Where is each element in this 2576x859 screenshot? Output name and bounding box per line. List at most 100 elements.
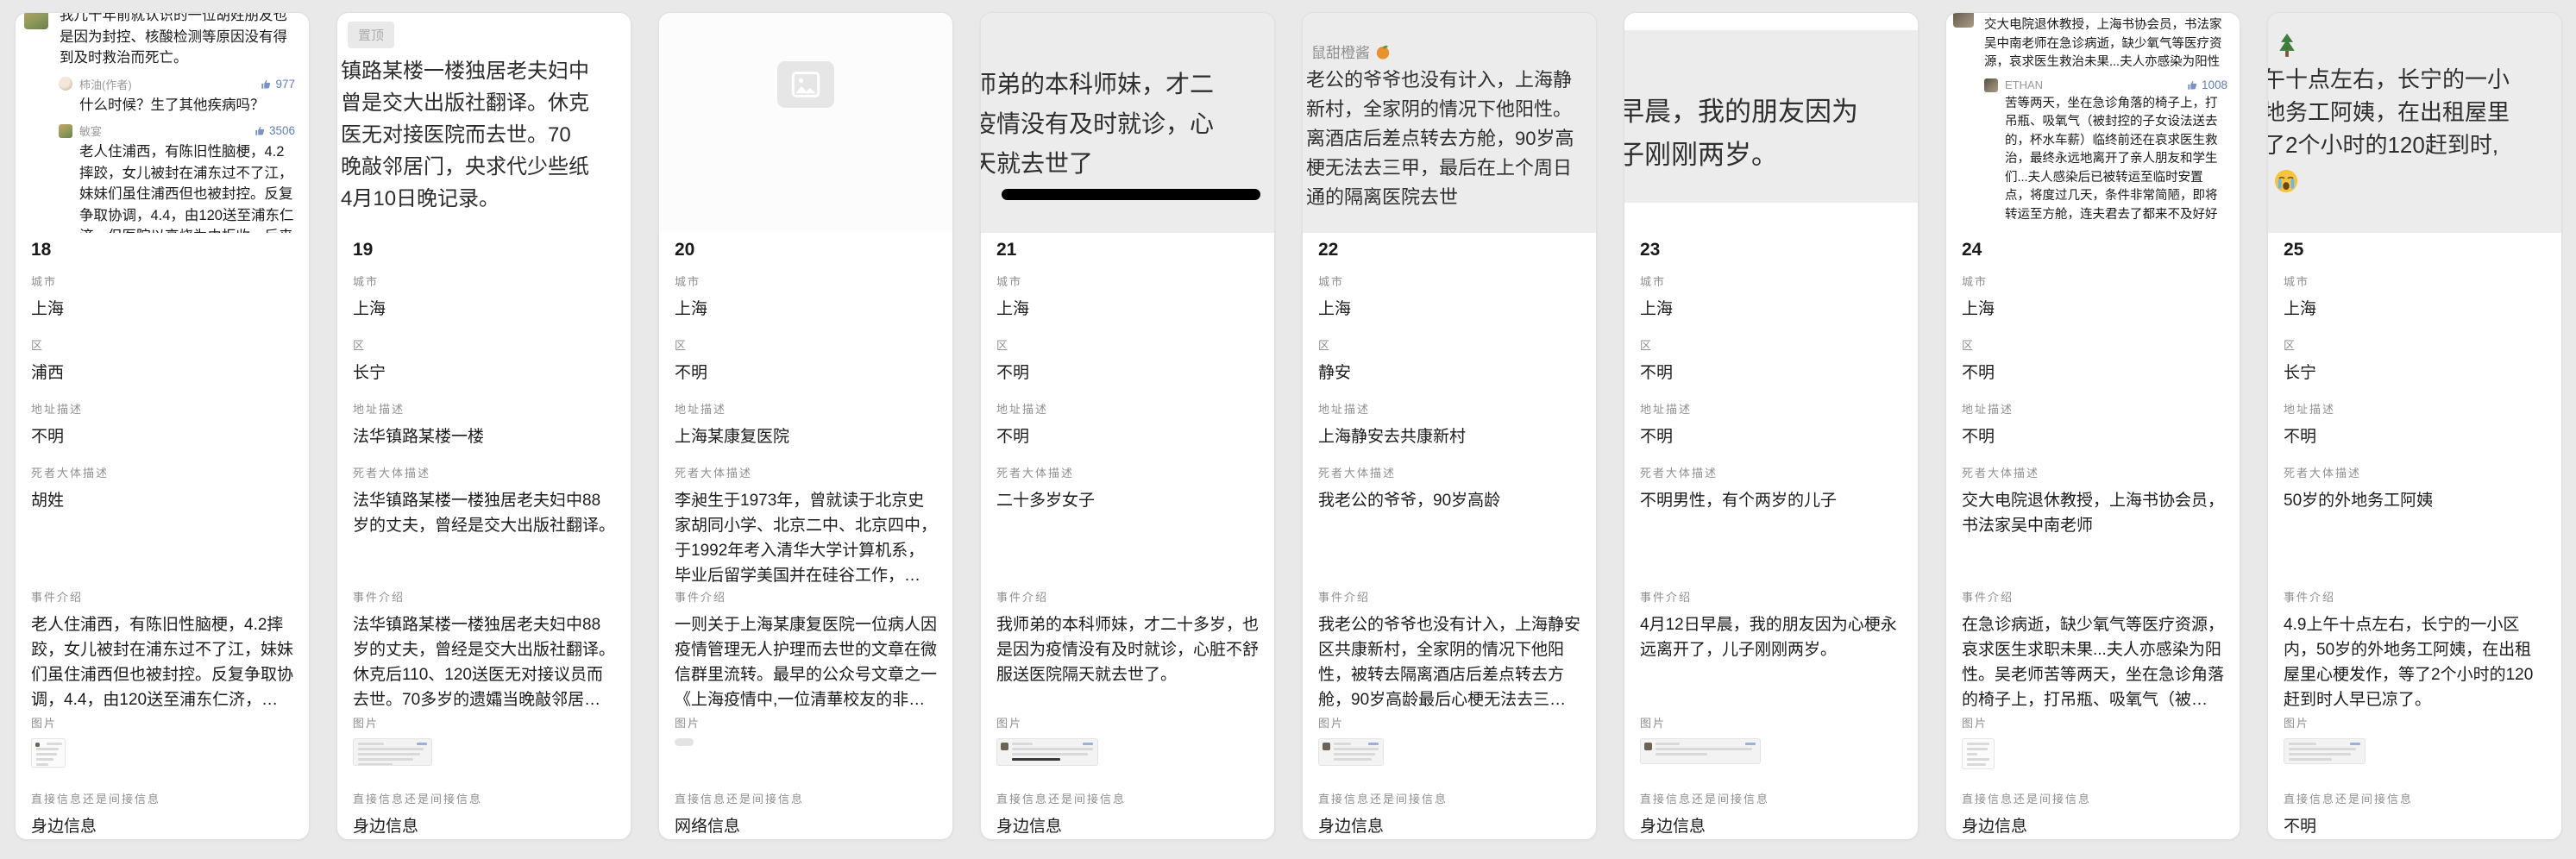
field-deceased: 死者大体描述 胡姓: [31, 464, 293, 588]
card-number: 21: [996, 240, 1259, 260]
field-city: 城市 上海: [31, 273, 293, 336]
field-image: 图片: [2284, 714, 2546, 790]
card-number: 22: [1318, 240, 1580, 260]
record-card[interactable]: 20 城市 上海 区 不明 地址描述 上海某康复医院 死者大体描述 李昶生于19…: [658, 12, 953, 840]
crying-emoji-icon: [2273, 168, 2299, 194]
like-count[interactable]: 3506: [254, 124, 295, 137]
tree-emoji-icon: [2275, 32, 2299, 60]
field-deceased: 死者大体描述 不明男性，有个两岁的儿子: [1640, 464, 1902, 588]
record-card[interactable]: 我几十年前就认识的一位胡姓朋友也是因为封控、核酸检测等原因没有得到及时救治而死亡…: [15, 12, 310, 840]
photo-avatar: [1953, 13, 1974, 28]
record-card[interactable]: 午十点左右，长宁的一小 地务工阿姨，在出租屋里 了2个小时的120赶到时, 25…: [2267, 12, 2562, 840]
thumb-up-icon: [261, 78, 272, 90]
commenter-name: 敏宴: [79, 122, 248, 139]
field-image: 图片: [1962, 714, 2224, 790]
field-deceased: 死者大体描述 李昶生于1973年，曾就读于北京史家胡同小学、北京二中、北京四中，…: [675, 464, 937, 588]
card-number: 23: [1640, 240, 1902, 260]
record-card[interactable]: 鼠甜橙酱 老公的爷爷也没有计入，上海静 新村，全家阴的情况下他阳性。 离酒店后差…: [1302, 12, 1597, 840]
comment-reply: 柿油(作者) 977 什么时候？生了其他疾病吗？: [59, 76, 295, 116]
source-screenshot[interactable]: [659, 13, 952, 233]
broken-image-icon: [777, 61, 834, 108]
field-district: 区 长宁: [2284, 336, 2546, 400]
source-screenshot[interactable]: 置顶 镇路某楼一楼独居老夫妇中 曾是交大出版社翻译。休克 医无对接医院而去世。7…: [337, 13, 631, 233]
source-screenshot[interactable]: ETHAN 1540 交大电院退休教授，上海书协会员，书法家吴中南老师在急诊病逝…: [1946, 13, 2240, 233]
field-direct: 直接信息还是间接信息 身边信息: [1318, 790, 1580, 839]
like-count[interactable]: 977: [261, 78, 295, 91]
pinned-badge: 置顶: [348, 22, 394, 48]
field-address: 地址描述 不明: [1640, 400, 1902, 464]
field-value: 身边信息: [31, 814, 293, 839]
image-thumbnail[interactable]: [353, 738, 432, 766]
image-thumbnail[interactable]: [1318, 738, 1384, 766]
field-label: 图片: [31, 714, 293, 730]
source-screenshot[interactable]: 师弟的本科师妹，才二 疫情没有及时就诊，心 天就去世了: [981, 13, 1274, 233]
post-text: 老公的爷爷也没有计入，上海静 新村，全家阴的情况下他阳性。 离酒店后差点转去方舱…: [1303, 66, 1596, 212]
field-event: 事件介绍 4月12日早晨，我的朋友因为心梗永远离开了，儿子刚刚两岁。: [1640, 588, 1902, 714]
image-thumbnail[interactable]: [996, 738, 1098, 766]
field-label: 地址描述: [31, 400, 293, 417]
field-label: 直接信息还是间接信息: [31, 790, 293, 806]
avatar: [1001, 743, 1008, 750]
field-district: 区 长宁: [353, 336, 615, 400]
field-event: 事件介绍 老人住浦西，有陈旧性脑梗，4.2摔跤，女儿被封在浦东过不了江，妹妹们虽…: [31, 588, 293, 714]
source-screenshot[interactable]: 我几十年前就认识的一位胡姓朋友也是因为封控、核酸检测等原因没有得到及时救治而死亡…: [16, 13, 309, 233]
image-thumbnail[interactable]: [1640, 738, 1761, 764]
record-card[interactable]: 置顶 镇路某楼一楼独居老夫妇中 曾是交大出版社翻译。休克 医无对接医院而去世。7…: [336, 12, 631, 840]
field-city: 城市 上海: [1318, 273, 1580, 336]
field-district: 区 静安: [1318, 336, 1580, 400]
field-deceased: 死者大体描述 50岁的外地务工阿姨: [2284, 464, 2546, 588]
field-address: 地址描述 不明: [2284, 400, 2546, 464]
photo-avatar: [1984, 78, 1998, 92]
image-thumbnail[interactable]: [31, 738, 66, 768]
field-direct: 直接信息还是间接信息 身边信息: [31, 790, 293, 839]
field-address: 地址描述 上海静安去共康新村: [1318, 400, 1580, 464]
field-event: 事件介绍 一则关于上海某康复医院一位病人因疫情管理无人护理而去世的文章在微信群里…: [675, 588, 937, 714]
comment-text: 苦等两天，坐在急诊角落的椅子上，打吊瓶、吸氧气（被封控的子女设法送去的，杯水车薪…: [2005, 95, 2227, 225]
commenter-name: 柿油(作者): [79, 76, 254, 92]
source-screenshot[interactable]: 午十点左右，长宁的一小 地务工阿姨，在出租屋里 了2个小时的120赶到时,: [2268, 13, 2561, 233]
records-board: 我几十年前就认识的一位胡姓朋友也是因为封控、核酸检测等原因没有得到及时救治而死亡…: [0, 0, 2576, 840]
field-direct: 直接信息还是间接信息 网络信息: [675, 790, 937, 839]
image-thumbnail[interactable]: [2284, 738, 2366, 764]
comment-text: 交大电院退休教授，上海书协会员，书法家吴中南老师在急诊病逝，缺少氧气等医疗资源，…: [1984, 16, 2227, 72]
field-deceased: 死者大体描述 二十多岁女子: [996, 464, 1259, 588]
field-value: 上海: [31, 297, 293, 322]
record-card[interactable]: 早晨，我的朋友因为 子刚刚两岁。 23 城市 上海 区 不明 地址描述 不明 死…: [1624, 12, 1919, 840]
comment-text: 老人住浦西，有陈旧性脑梗，4.2摔跤，女儿被封在浦东过不了江，妹妹们虽住浦西但也…: [79, 141, 295, 233]
avatar: [35, 743, 40, 747]
field-district: 区 浦西: [31, 336, 293, 400]
field-image: 图片: [353, 714, 615, 790]
scene-avatar: [24, 13, 48, 29]
thumb-up-icon: [2187, 79, 2198, 91]
comment-header: ETHAN 1540: [1984, 13, 2227, 15]
field-city: 城市 上海: [996, 273, 1259, 336]
field-event: 事件介绍 4.9上午十点左右，长宁的一小区内，50岁的外地务工阿姨，在出租屋里心…: [2284, 588, 2546, 714]
commenter-name: ETHAN: [1984, 13, 2022, 15]
like-count[interactable]: 1008: [2187, 78, 2227, 91]
field-district: 区 不明: [675, 336, 937, 400]
field-district: 区 不明: [1640, 336, 1902, 400]
field-district: 区 不明: [1962, 336, 2224, 400]
post-text: 师弟的本科师妹，才二 疫情没有及时就诊，心 天就去世了: [981, 13, 1274, 184]
record-card[interactable]: 师弟的本科师妹，才二 疫情没有及时就诊，心 天就去世了 21 城市 上海 区 不…: [980, 12, 1275, 840]
post-text: 镇路某楼一楼独居老夫妇中 曾是交大出版社翻译。休克 医无对接医院而去世。70 晚…: [341, 55, 620, 215]
field-deceased: 死者大体描述 交大电院退休教授，上海书协会员，书法家吴中南老师: [1962, 464, 2224, 588]
image-thumbnail[interactable]: [1962, 738, 1995, 769]
like-count[interactable]: 1540: [2187, 13, 2227, 15]
card-number: 18: [31, 240, 293, 260]
comment-reply: ETHAN 1008 苦等两天，坐在急诊角落的椅子上，打吊瓶、吸氧气（被封控的子…: [1984, 78, 2227, 225]
comment-reply: 敏宴 3506 老人住浦西，有陈旧性脑梗，4.2摔跤，女儿被封在浦东过不了江，妹…: [59, 122, 295, 233]
field-district: 区 不明: [996, 336, 1259, 400]
field-address: 地址描述 法华镇路某楼一楼: [353, 400, 615, 464]
field-city: 城市 上海: [353, 273, 615, 336]
field-value: 不明: [31, 424, 293, 449]
field-city: 城市 上海: [1962, 273, 2224, 336]
source-screenshot[interactable]: 鼠甜橙酱 老公的爷爷也没有计入，上海静 新村，全家阴的情况下他阳性。 离酒店后差…: [1303, 13, 1596, 233]
post-text: 午十点左右，长宁的一小 地务工阿姨，在出租屋里 了2个小时的120赶到时,: [2268, 63, 2561, 161]
field-event: 事件介绍 在急诊病逝，缺少氧气等医疗资源，哀求医生求职未果...夫人亦感染为阳性…: [1962, 588, 2224, 714]
record-card[interactable]: ETHAN 1540 交大电院退休教授，上海书协会员，书法家吴中南老师在急诊病逝…: [1945, 12, 2240, 840]
image-thumbnail[interactable]: [675, 738, 694, 746]
field-image: 图片: [675, 714, 937, 790]
field-label: 城市: [31, 273, 293, 289]
source-screenshot[interactable]: 早晨，我的朋友因为 子刚刚两岁。: [1624, 13, 1918, 233]
